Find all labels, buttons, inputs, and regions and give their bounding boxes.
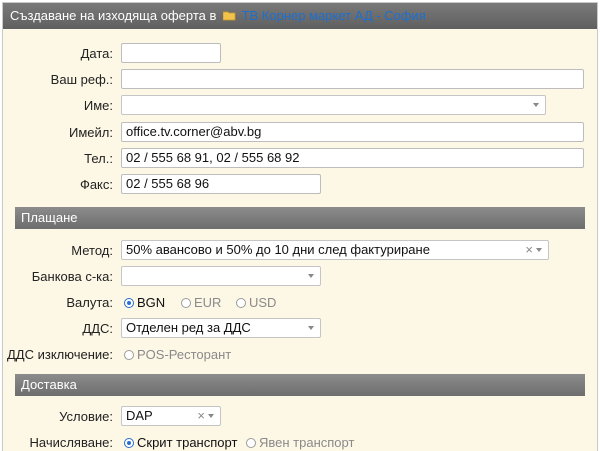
phone-label: Тел.: xyxy=(84,151,113,166)
radio-unchecked-icon xyxy=(246,438,256,448)
radio-unchecked-icon xyxy=(124,350,134,360)
bank-account-label: Банкова с-ка: xyxy=(31,269,113,284)
fax-label: Факс: xyxy=(79,177,113,192)
currency-radio-eur[interactable]: EUR xyxy=(181,295,221,310)
chevron-down-icon xyxy=(536,248,542,252)
condition-label: Условие: xyxy=(59,409,113,424)
condition-select-value: DAP xyxy=(126,408,153,423)
vat-exclusion-radio-pos[interactable]: POS-Ресторант xyxy=(124,347,231,362)
date-input[interactable] xyxy=(121,43,221,63)
payment-section-header: Плащане xyxy=(15,207,585,229)
charging-radio-explicit[interactable]: Явен транспорт xyxy=(246,435,354,450)
fax-input[interactable]: 02 / 555 68 96 xyxy=(121,174,321,194)
name-label: Име: xyxy=(83,98,113,113)
offer-form-panel: Създаване на изходяща оферта в ТВ Корнер… xyxy=(2,2,598,451)
method-select[interactable]: 50% авансово и 50% до 10 дни след фактур… xyxy=(121,240,549,260)
clear-icon[interactable]: × xyxy=(525,241,533,259)
delivery-section-header: Доставка xyxy=(15,374,585,396)
condition-select[interactable]: DAP × xyxy=(121,406,221,426)
charging-label: Начисляване: xyxy=(29,435,113,450)
email-label: Имейл: xyxy=(69,125,113,140)
chevron-down-icon xyxy=(208,414,214,418)
bank-account-select[interactable] xyxy=(121,266,321,286)
chevron-down-icon xyxy=(308,326,314,330)
folder-icon xyxy=(223,11,236,21)
title-bar: Създаване на изходяща оферта в ТВ Корнер… xyxy=(3,3,597,29)
vat-label: ДДС: xyxy=(82,321,113,336)
radio-checked-icon xyxy=(124,298,134,308)
vat-exclusion-label: ДДС изключение: xyxy=(7,347,113,362)
vat-select-value: Отделен ред за ДДС xyxy=(126,320,251,335)
vat-select[interactable]: Отделен ред за ДДС xyxy=(121,318,321,338)
chevron-down-icon xyxy=(308,274,314,278)
name-select[interactable] xyxy=(121,95,546,115)
page-title: Създаване на изходяща оферта в xyxy=(10,8,217,23)
your-ref-label: Ваш реф.: xyxy=(50,72,113,87)
phone-input[interactable]: 02 / 555 68 91, 02 / 555 68 92 xyxy=(121,148,584,168)
method-select-value: 50% авансово и 50% до 10 дни след фактур… xyxy=(126,242,430,257)
company-link[interactable]: ТВ Корнер маркет АД - София xyxy=(242,8,426,23)
date-label: Дата: xyxy=(80,46,113,61)
email-input[interactable]: office.tv.corner@abv.bg xyxy=(121,122,584,142)
your-ref-input[interactable] xyxy=(121,69,584,89)
currency-radio-usd[interactable]: USD xyxy=(236,295,276,310)
chevron-down-icon xyxy=(533,103,539,107)
currency-label: Валута: xyxy=(66,295,113,310)
radio-unchecked-icon xyxy=(181,298,191,308)
charging-radio-hidden[interactable]: Скрит транспорт xyxy=(124,435,237,450)
clear-icon[interactable]: × xyxy=(197,407,205,425)
radio-checked-icon xyxy=(124,438,134,448)
currency-radio-bgn[interactable]: BGN xyxy=(124,295,165,310)
method-label: Метод: xyxy=(71,243,113,258)
radio-unchecked-icon xyxy=(236,298,246,308)
